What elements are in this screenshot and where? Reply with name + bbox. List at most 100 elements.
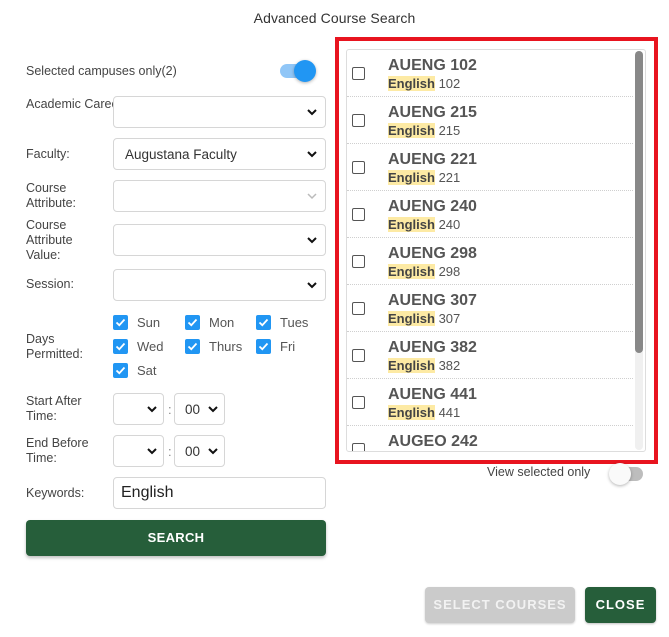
checkbox-checked-icon	[113, 315, 128, 330]
day-label: Fri	[280, 339, 296, 354]
course-number: 441	[434, 405, 461, 420]
course-checkbox[interactable]	[352, 302, 365, 315]
time-separator: :	[168, 444, 172, 459]
course-list-item[interactable]: AUENG 102 English 102	[347, 50, 633, 97]
course-list-item[interactable]: AUENG 307 English 307	[347, 285, 633, 332]
keywords-label: Keywords:	[26, 486, 85, 500]
dialog-title: Advanced Course Search	[253, 10, 416, 26]
day-label: Thurs	[209, 339, 243, 354]
course-list-item[interactable]: AUENG 298 English 298	[347, 238, 633, 285]
campus-toggle-row: Selected campuses only(2)	[26, 56, 326, 86]
select-courses-button[interactable]: SELECT COURSES	[425, 587, 575, 623]
course-description: English 102	[388, 76, 460, 91]
toggle-thumb	[609, 463, 631, 485]
course-number: 215	[434, 123, 461, 138]
faculty-value: Augustana Faculty	[125, 147, 237, 162]
course-number: 307	[434, 311, 461, 326]
course-results-list: AUENG 102 English 102 AUENG 215 English …	[346, 49, 646, 452]
session-label: Session:	[26, 277, 74, 291]
keyword-highlight: English	[388, 264, 435, 279]
course-list-item[interactable]: AUENG 382 English 382	[347, 332, 633, 379]
end-before-hour-select[interactable]	[113, 435, 164, 467]
keyword-highlight: English	[388, 76, 435, 91]
keywords-input[interactable]	[113, 477, 326, 509]
start-after-minute-value: 00	[185, 402, 201, 417]
day-label: Wed	[137, 339, 164, 354]
end-before-minute-select[interactable]: 00	[174, 435, 225, 467]
course-list-item[interactable]: AUENG 441 English 441	[347, 379, 633, 426]
checkbox-checked-icon	[113, 363, 128, 378]
start-after-hour-select[interactable]	[113, 393, 164, 425]
course-list-item[interactable]: AUGEO 242	[347, 426, 633, 451]
course-checkbox[interactable]	[352, 443, 365, 451]
faculty-label: Faculty:	[26, 147, 70, 161]
view-selected-only-toggle[interactable]	[609, 462, 647, 485]
course-description: English 382	[388, 358, 460, 373]
course-attribute-value-select[interactable]	[113, 224, 326, 256]
course-list-item[interactable]: AUENG 240 English 240	[347, 191, 633, 238]
day-label: Mon	[209, 315, 235, 330]
course-description: English 441	[388, 405, 460, 420]
course-list-item[interactable]: AUENG 221 English 221	[347, 144, 633, 191]
course-number: 240	[434, 217, 461, 232]
keyword-highlight: English	[388, 358, 435, 373]
course-code: AUGEO 242	[388, 433, 478, 450]
session-select[interactable]	[113, 269, 326, 301]
time-separator: :	[168, 402, 172, 417]
day-label: Tues	[280, 315, 309, 330]
course-checkbox[interactable]	[352, 255, 365, 268]
course-attribute-select[interactable]	[113, 180, 326, 212]
start-after-minute-select[interactable]: 00	[174, 393, 225, 425]
course-checkbox[interactable]	[352, 161, 365, 174]
course-checkbox[interactable]	[352, 67, 365, 80]
course-code: AUENG 382	[388, 339, 477, 356]
checkbox-checked-icon	[256, 315, 271, 330]
keyword-highlight: English	[388, 170, 435, 185]
scrollbar-thumb[interactable]	[635, 51, 643, 353]
keyword-highlight: English	[388, 311, 435, 326]
course-attribute-label: Course Attribute:	[26, 181, 77, 210]
toggle-thumb	[294, 60, 316, 82]
course-code: AUENG 240	[388, 198, 477, 215]
chevron-down-icon	[306, 234, 318, 246]
checkbox-checked-icon	[185, 339, 200, 354]
course-attribute-value-label: Course Attribute Value:	[26, 218, 73, 262]
faculty-select[interactable]: Augustana Faculty	[113, 138, 326, 170]
course-code: AUENG 215	[388, 104, 477, 121]
course-code: AUENG 307	[388, 292, 477, 309]
keyword-highlight: English	[388, 405, 435, 420]
view-selected-only-label: View selected only	[487, 465, 591, 479]
academic-career-label: Academic Career:	[26, 97, 127, 111]
day-label: Sat	[137, 363, 157, 378]
course-description: English 307	[388, 311, 460, 326]
course-code: AUENG 441	[388, 386, 477, 403]
chevron-down-icon	[207, 403, 219, 415]
course-checkbox[interactable]	[352, 349, 365, 362]
chevron-down-icon	[207, 445, 219, 457]
chevron-down-icon	[146, 403, 158, 415]
course-checkbox[interactable]	[352, 114, 365, 127]
keyword-highlight: English	[388, 123, 435, 138]
course-code: AUENG 298	[388, 245, 477, 262]
keyword-highlight: English	[388, 217, 435, 232]
course-code: AUENG 102	[388, 57, 477, 74]
course-description: English 298	[388, 264, 460, 279]
course-number: 221	[434, 170, 461, 185]
course-checkbox[interactable]	[352, 208, 365, 221]
chevron-down-icon	[306, 106, 318, 118]
course-number: 382	[434, 358, 461, 373]
course-description: English 215	[388, 123, 460, 138]
days-permitted-label: Days Permitted:	[26, 332, 83, 361]
course-list-item[interactable]: AUENG 215 English 215	[347, 97, 633, 144]
results-scrollbar[interactable]	[635, 51, 643, 450]
close-button[interactable]: CLOSE	[585, 587, 656, 623]
selected-campuses-toggle[interactable]	[278, 59, 316, 82]
chevron-down-icon	[306, 279, 318, 291]
course-code: AUENG 221	[388, 151, 477, 168]
course-checkbox[interactable]	[352, 396, 365, 409]
search-button[interactable]: SEARCH	[26, 520, 326, 556]
end-before-minute-value: 00	[185, 444, 201, 459]
academic-career-select[interactable]	[113, 96, 326, 128]
course-number: 298	[434, 264, 461, 279]
chevron-down-icon	[306, 148, 318, 160]
